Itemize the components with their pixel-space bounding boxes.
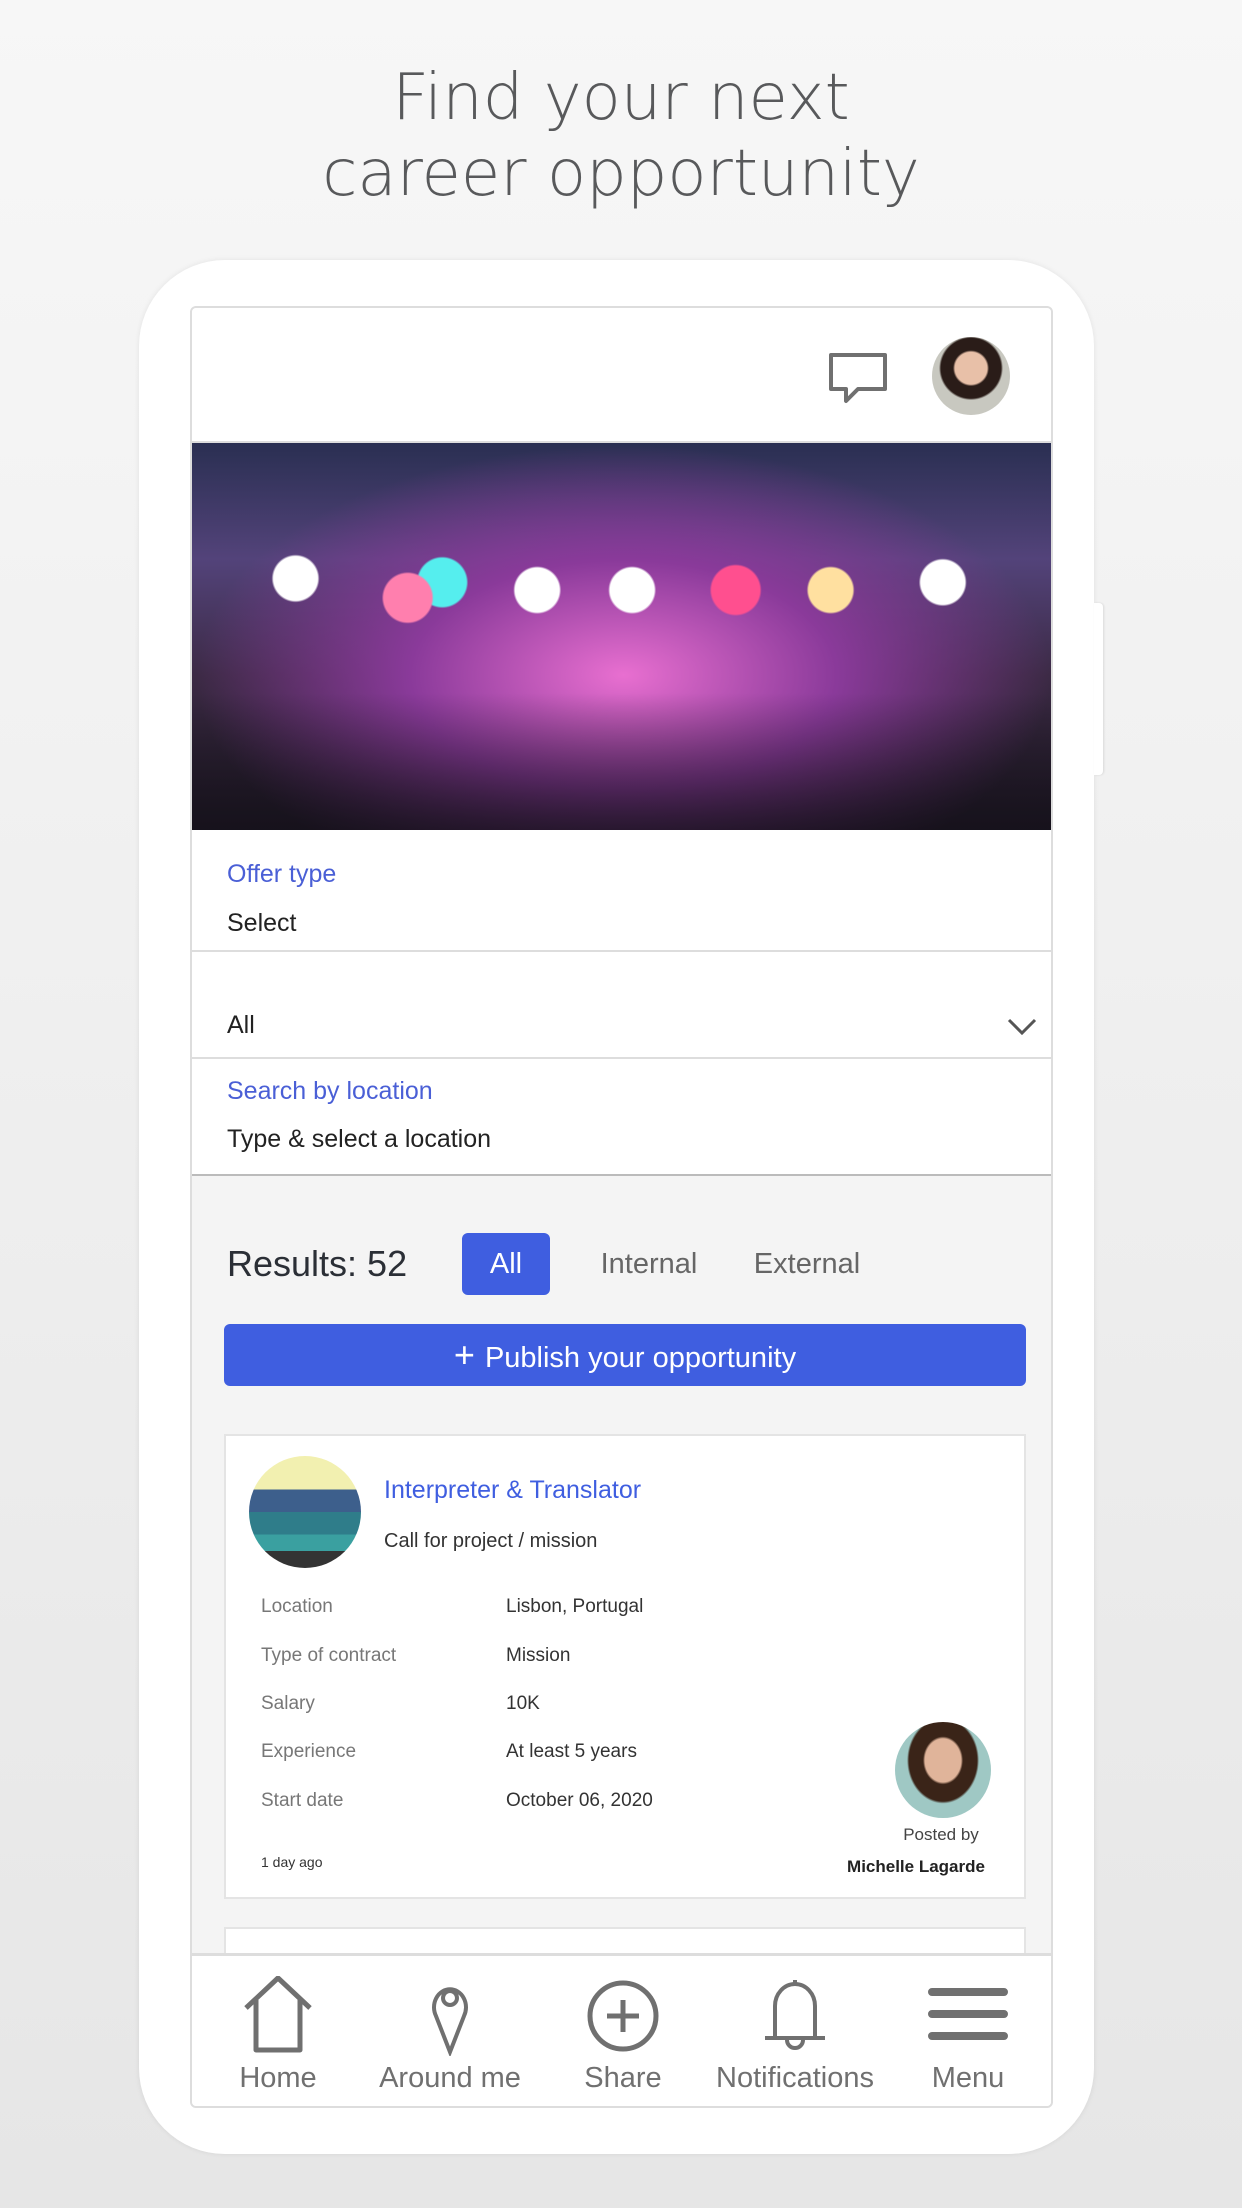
top-bar bbox=[192, 308, 1051, 443]
app-screen: Offer type Select All Search by location… bbox=[190, 306, 1053, 2108]
row-label: Location bbox=[261, 1596, 333, 1617]
job-thumbnail bbox=[249, 1456, 361, 1568]
publish-opportunity-button[interactable]: + Publish your opportunity bbox=[224, 1324, 1026, 1386]
row-value: Mission bbox=[506, 1645, 571, 1666]
nav-share[interactable]: Share bbox=[537, 1956, 709, 2106]
job-title[interactable]: Interpreter & Translator bbox=[384, 1476, 641, 1505]
map-pin-icon bbox=[432, 1987, 468, 2056]
offer-type-field[interactable]: Offer type Select bbox=[192, 830, 1051, 952]
row-label: Salary bbox=[261, 1693, 315, 1714]
offer-type-value: Select bbox=[227, 909, 297, 937]
results-count: Results: 52 bbox=[227, 1243, 408, 1284]
nav-home[interactable]: Home bbox=[192, 1956, 364, 2106]
publish-label: Publish your opportunity bbox=[484, 1342, 797, 1374]
hero-image bbox=[192, 443, 1051, 830]
plus-circle-icon bbox=[587, 1980, 659, 2052]
row-value: October 06, 2020 bbox=[506, 1790, 653, 1811]
row-value: At least 5 years bbox=[506, 1741, 637, 1762]
chat-icon[interactable] bbox=[828, 352, 888, 404]
headline-line-2: career opportunity bbox=[322, 137, 920, 211]
poster-avatar[interactable] bbox=[895, 1722, 991, 1818]
nav-around-me[interactable]: Around me bbox=[364, 1956, 536, 2106]
location-search[interactable]: Search by location Type & select a locat… bbox=[192, 1059, 1051, 1176]
job-subtitle: Call for project / mission bbox=[384, 1530, 598, 1552]
bottom-nav: Home Around me Share Notifications Menu bbox=[192, 1953, 1051, 2106]
tab-external[interactable]: External bbox=[742, 1233, 872, 1295]
tab-internal[interactable]: Internal bbox=[584, 1233, 714, 1295]
opportunity-card[interactable]: Interpreter & Translator Call for projec… bbox=[224, 1434, 1026, 1899]
posted-by-label: Posted by bbox=[903, 1825, 979, 1844]
nav-label: Around me bbox=[379, 2062, 521, 2094]
user-avatar[interactable] bbox=[932, 337, 1010, 415]
nav-label: Menu bbox=[931, 2062, 1005, 2094]
location-label: Search by location bbox=[227, 1077, 433, 1105]
row-label: Type of contract bbox=[261, 1645, 397, 1666]
location-input[interactable]: Type & select a location bbox=[227, 1125, 491, 1154]
offer-type-label: Offer type bbox=[227, 860, 337, 888]
plus-icon: + bbox=[453, 1334, 485, 1375]
hero-crowd bbox=[192, 693, 1051, 830]
nav-menu[interactable]: Menu bbox=[882, 1956, 1051, 2106]
headline-line-1: Find your next bbox=[392, 61, 850, 135]
home-icon bbox=[244, 1976, 312, 2053]
tab-all[interactable]: All bbox=[462, 1233, 550, 1295]
nav-label: Home bbox=[239, 2062, 317, 2094]
poster-name[interactable]: Michelle Lagarde bbox=[806, 1857, 1026, 1877]
nav-notifications[interactable]: Notifications bbox=[709, 1956, 881, 2106]
row-value: Lisbon, Portugal bbox=[506, 1596, 644, 1617]
category-select[interactable]: All bbox=[192, 952, 1051, 1059]
nav-label: Notifications bbox=[716, 2062, 874, 2094]
row-label: Experience bbox=[261, 1741, 357, 1762]
category-value: All bbox=[227, 1011, 255, 1039]
row-label: Start date bbox=[261, 1790, 344, 1811]
phone-side-button bbox=[1094, 603, 1103, 775]
chevron-down-icon bbox=[1007, 1018, 1037, 1036]
nav-label: Share bbox=[584, 2062, 662, 2094]
menu-icon bbox=[928, 1988, 1008, 2040]
headline: Find your next career opportunity bbox=[0, 60, 1242, 212]
row-value: 10K bbox=[506, 1693, 540, 1714]
posted-time: 1 day ago bbox=[261, 1854, 323, 1870]
bell-icon bbox=[765, 1980, 825, 2050]
